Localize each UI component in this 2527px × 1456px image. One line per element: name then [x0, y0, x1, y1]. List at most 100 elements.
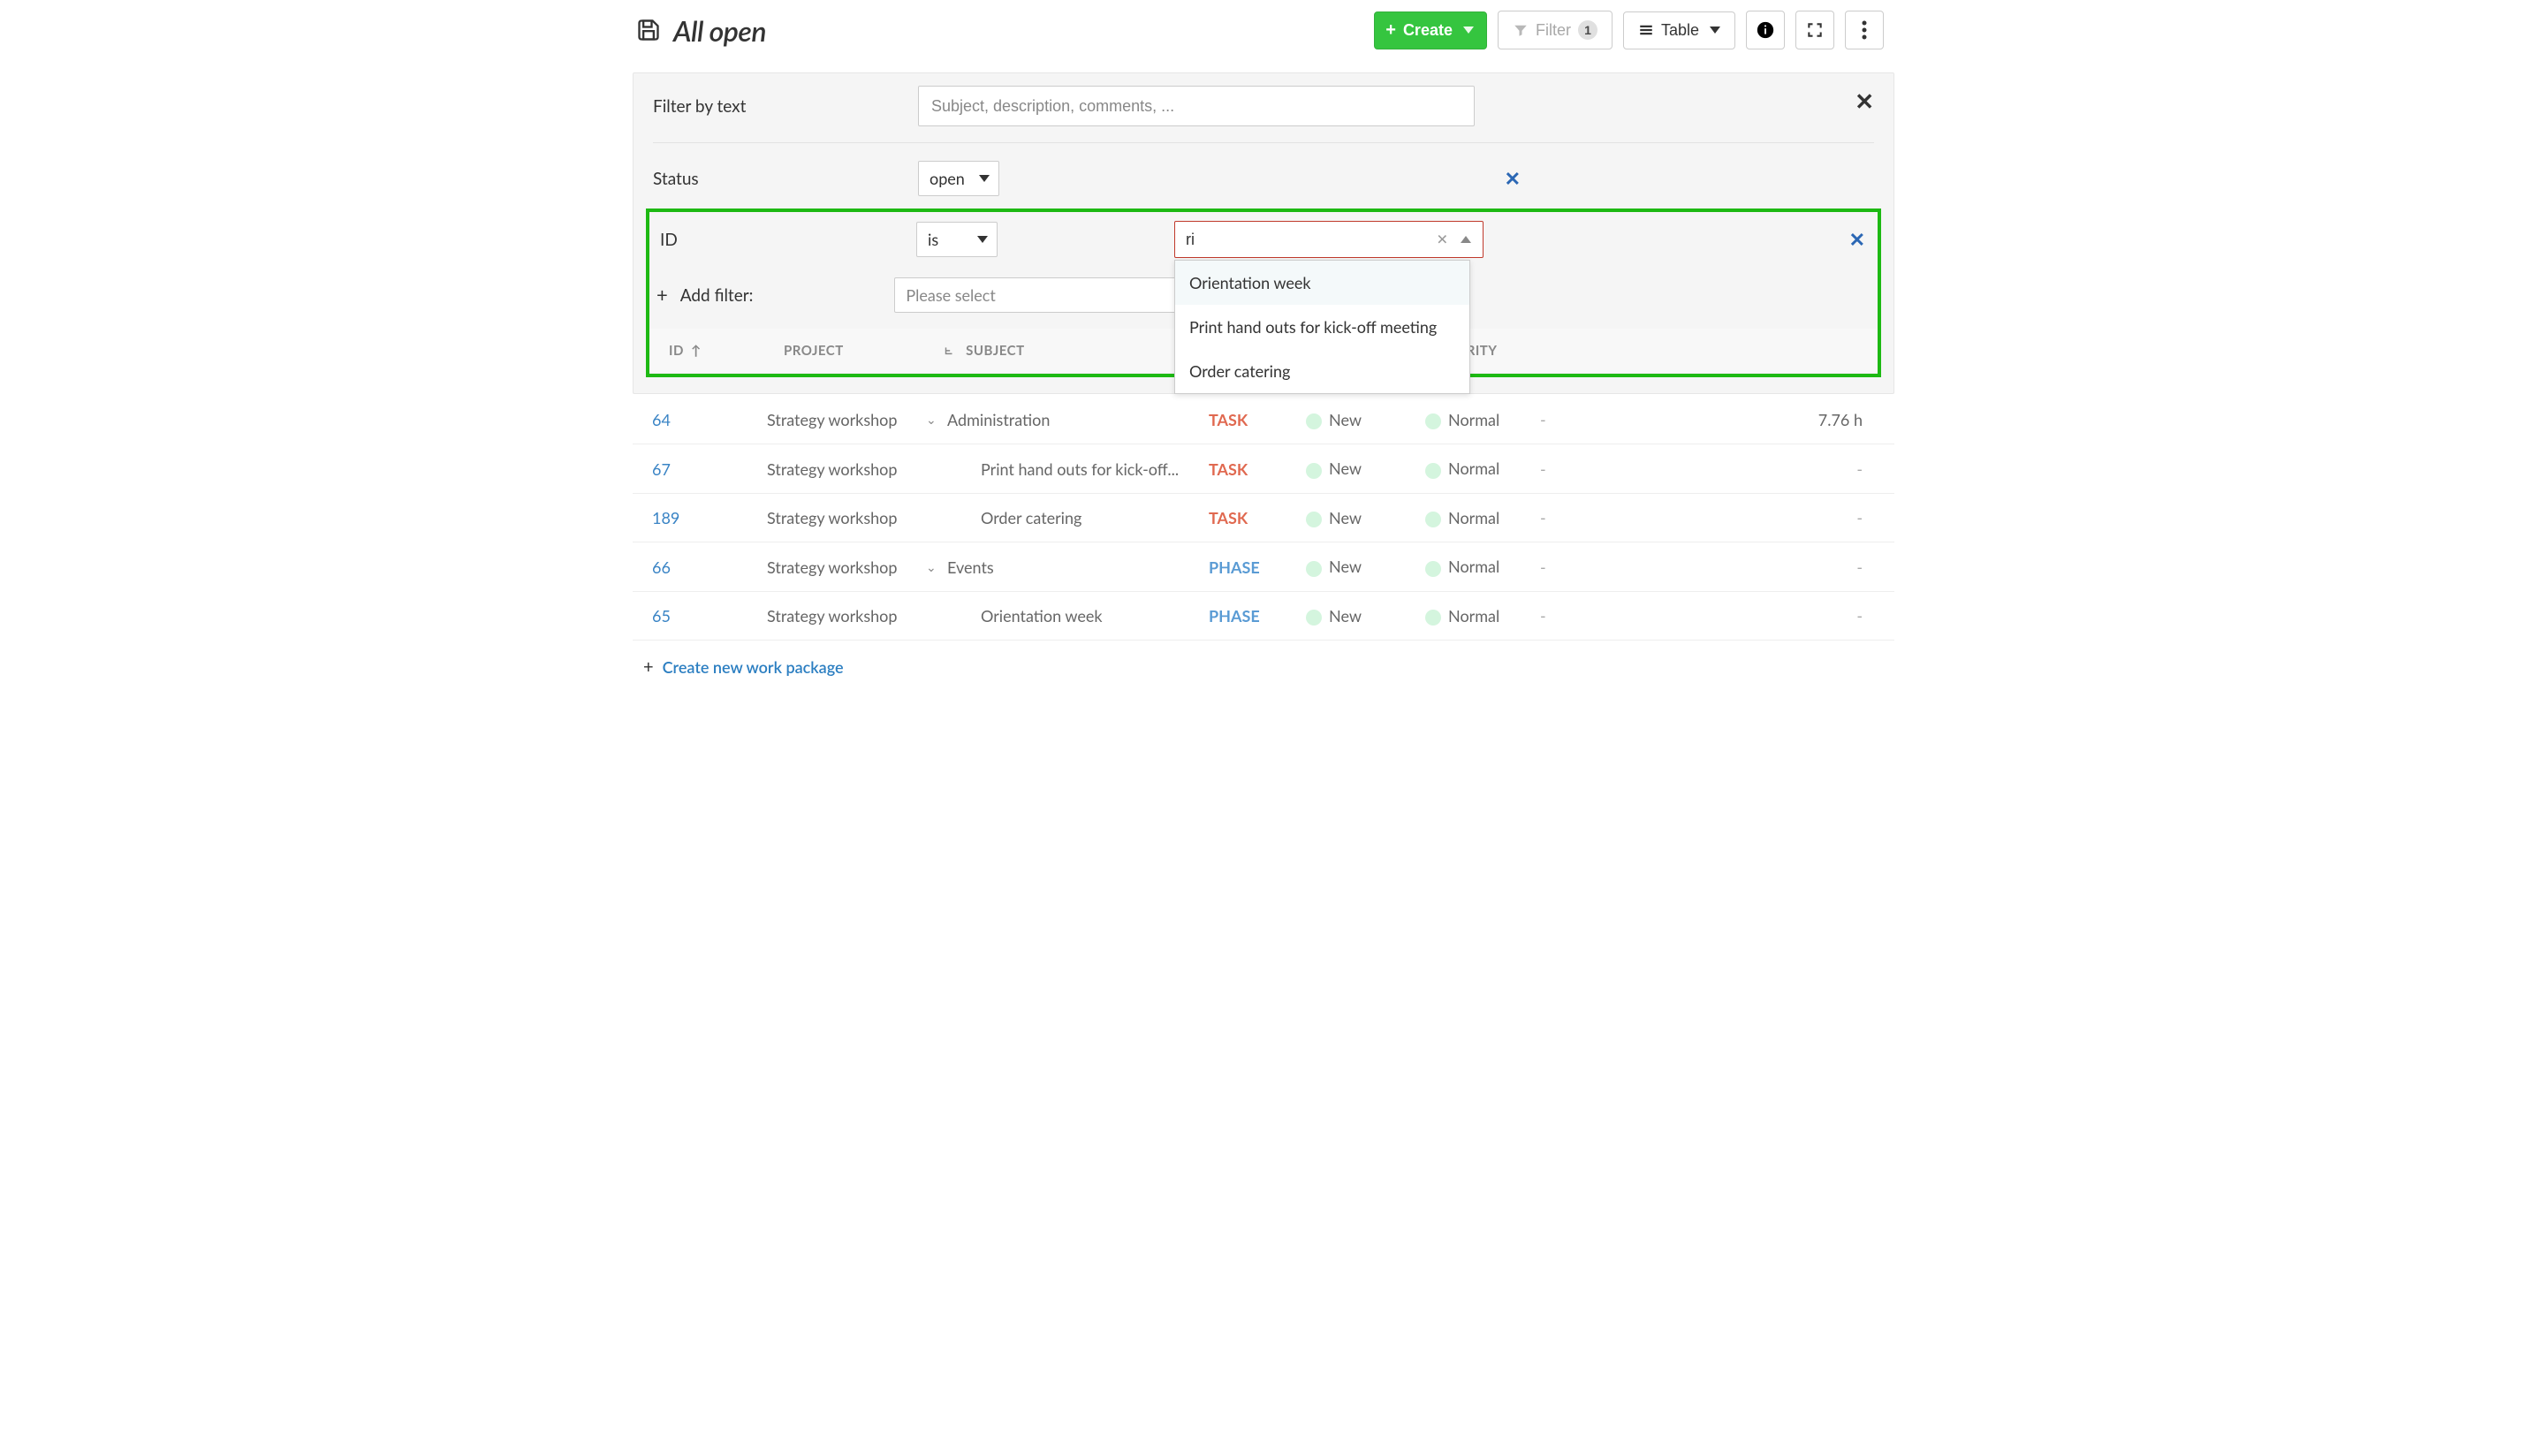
dropdown-item[interactable]: Order catering	[1175, 349, 1469, 393]
filter-status-select[interactable]: open	[918, 161, 999, 196]
work-package-id-link[interactable]: 66	[652, 557, 671, 577]
type-badge: TASK	[1209, 410, 1248, 429]
page-title: All open	[673, 13, 766, 48]
work-package-id-link[interactable]: 67	[652, 459, 671, 479]
priority-dot-icon	[1425, 413, 1441, 429]
work-package-id-link[interactable]: 65	[652, 606, 671, 626]
table-row[interactable]: 67 Strategy workshop Print hand outs for k…	[633, 444, 1894, 493]
priority-dot-icon	[1425, 512, 1441, 527]
filter-icon	[1513, 22, 1529, 38]
work-package-id-link[interactable]: 64	[652, 410, 671, 429]
filter-count-badge: 1	[1578, 20, 1597, 40]
dropdown-item[interactable]: Orientation week	[1175, 261, 1469, 305]
priority-cell: Normal	[1425, 410, 1540, 429]
dropdown-item[interactable]: Print hand outs for kick-off meeting	[1175, 305, 1469, 349]
filter-id-row: ID is ✕ Orientation week Print hand outs…	[653, 219, 1874, 274]
subject-text: Administration	[947, 410, 1050, 429]
filter-by-text-input[interactable]	[918, 86, 1475, 126]
assignee-cell: -	[1540, 508, 1717, 527]
estimated-cell: -	[1717, 606, 1884, 626]
table-row[interactable]: 64 Strategy workshop⌄ Administration TASK Ne…	[633, 396, 1894, 444]
status-cell: New	[1306, 459, 1425, 478]
table-row[interactable]: 189Strategy workshopOrder cateringTASKNe…	[633, 494, 1894, 542]
clear-input-icon[interactable]: ✕	[1437, 231, 1448, 248]
project-cell: Strategy workshop	[767, 410, 926, 429]
table-icon	[1638, 22, 1654, 38]
add-filter-placeholder: Please select	[906, 285, 995, 305]
create-work-package-link[interactable]: + Create new work package	[633, 641, 854, 694]
view-toggle-label: Table	[1661, 21, 1699, 40]
chevron-down-icon	[1710, 27, 1720, 34]
subject-cell: Print hand outs for kick-off...	[926, 459, 1209, 479]
subject-text: Print hand outs for kick-off...	[981, 459, 1179, 479]
project-cell: Strategy workshop	[767, 459, 926, 479]
priority-dot-icon	[1425, 561, 1441, 577]
table-row[interactable]: 65Strategy workshopOrientation weekPHASE…	[633, 592, 1894, 641]
project-cell: Strategy workshop	[767, 557, 926, 577]
view-toggle-button[interactable]: Table	[1623, 11, 1735, 49]
remove-status-filter-button[interactable]: ✕	[1505, 166, 1521, 191]
expand-icon[interactable]: ⌄	[926, 559, 938, 575]
type-badge: PHASE	[1209, 606, 1260, 626]
filter-by-text-row: Filter by text	[634, 73, 1893, 139]
plus-icon: +	[643, 656, 654, 678]
filter-id-operator-select[interactable]: is	[916, 222, 998, 257]
status-cell: New	[1306, 557, 1425, 576]
type-badge: TASK	[1209, 508, 1248, 527]
save-icon[interactable]	[636, 18, 661, 42]
status-cell: New	[1306, 606, 1425, 626]
filter-by-text-label: Filter by text	[653, 96, 918, 117]
filter-button[interactable]: Filter 1	[1498, 11, 1613, 49]
priority-dot-icon	[1425, 463, 1441, 479]
estimated-cell: 7.76 h	[1717, 410, 1884, 429]
filter-id-operator-value: is	[928, 230, 938, 249]
filter-status-label: Status	[653, 169, 918, 189]
status-cell: New	[1306, 508, 1425, 527]
type-badge: TASK	[1209, 459, 1248, 479]
create-button[interactable]: + Create	[1374, 11, 1487, 49]
estimated-cell: -	[1717, 557, 1884, 577]
priority-cell: Normal	[1425, 459, 1540, 478]
assignee-cell: -	[1540, 410, 1717, 429]
add-filter-label: Add filter:	[680, 285, 754, 306]
filter-id-label: ID	[656, 230, 916, 250]
filter-id-autocomplete-dropdown: Orientation week Print hand outs for kic…	[1174, 260, 1470, 394]
type-badge: PHASE	[1209, 557, 1260, 577]
table-row[interactable]: 66Strategy workshop⌄EventsPHASENewNormal…	[633, 542, 1894, 591]
subject-cell: Order catering	[926, 508, 1209, 527]
create-work-package-label: Create new work package	[663, 657, 844, 677]
subject-text: Orientation week	[981, 606, 1103, 626]
more-menu-button[interactable]	[1845, 11, 1884, 49]
status-dot-icon	[1306, 561, 1322, 577]
remove-id-filter-button[interactable]: ✕	[1849, 227, 1865, 252]
assignee-cell: -	[1540, 459, 1717, 479]
chevron-up-icon[interactable]	[1461, 236, 1471, 243]
chevron-down-icon	[977, 236, 988, 243]
work-package-id-link[interactable]: 189	[652, 508, 679, 527]
subject-cell: ⌄ Events	[926, 557, 1209, 577]
subject-text: Events	[947, 557, 994, 577]
status-dot-icon	[1306, 463, 1322, 479]
chevron-down-icon	[1463, 27, 1474, 34]
fullscreen-button[interactable]	[1795, 11, 1834, 49]
column-project-header[interactable]: PROJECT	[784, 343, 943, 359]
filter-status-row: Status open ✕	[634, 148, 1893, 209]
subject-cell: Orientation week	[926, 606, 1209, 626]
divider	[653, 142, 1874, 143]
estimated-cell: -	[1717, 459, 1884, 479]
create-button-label: Create	[1403, 21, 1453, 40]
column-id-header[interactable]: ID ↑	[660, 343, 784, 359]
info-button[interactable]	[1746, 11, 1785, 49]
filter-button-label: Filter	[1536, 21, 1571, 40]
filter-panel: ✕ Filter by text Status open ✕ ID is	[633, 72, 1894, 394]
filter-status-value: open	[930, 169, 965, 188]
status-dot-icon	[1306, 413, 1322, 429]
status-cell: New	[1306, 410, 1425, 429]
status-dot-icon	[1306, 610, 1322, 626]
close-filter-button[interactable]: ✕	[1855, 89, 1874, 112]
plus-icon: +	[1385, 21, 1396, 39]
expand-icon[interactable]: ⌄	[926, 412, 938, 428]
priority-cell: Normal	[1425, 606, 1540, 626]
subject-text: Order catering	[981, 508, 1081, 527]
assignee-cell: -	[1540, 557, 1717, 577]
